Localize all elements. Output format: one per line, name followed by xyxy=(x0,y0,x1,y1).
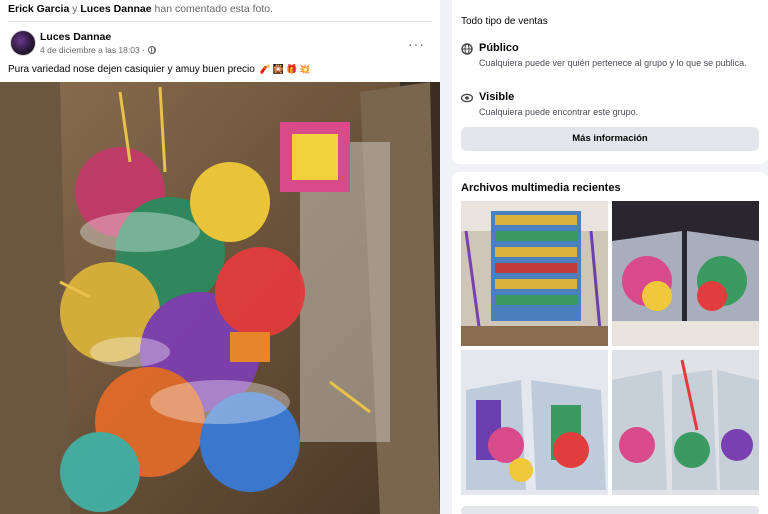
post-more-options-button[interactable]: ··· xyxy=(408,36,425,52)
gift-icon: 🎁 xyxy=(286,64,298,74)
post-author[interactable]: Luces Dannae xyxy=(40,31,111,43)
activity-conjunction: y xyxy=(72,3,78,15)
public-description: Cualquiera puede ver quién pertenece al … xyxy=(479,58,747,68)
post-caption: Pura variedad nose dejen casiquier y amu… xyxy=(8,64,310,75)
media-thumbnail[interactable] xyxy=(612,201,759,346)
globe-icon xyxy=(147,46,156,54)
visible-description: Cualquiera puede encontrar este grupo. xyxy=(479,107,639,117)
eye-icon xyxy=(461,93,473,103)
activity-user-2[interactable]: Luces Dannae xyxy=(80,3,151,15)
see-all-media-button[interactable] xyxy=(461,506,759,514)
activity-user-1[interactable]: Erick Garcia xyxy=(8,3,69,15)
more-info-button[interactable]: Más información xyxy=(461,127,759,151)
group-post: Erick Garcia y Luces Dannae han comentad… xyxy=(0,0,440,514)
post-photo[interactable] xyxy=(0,82,440,514)
post-date[interactable]: 4 de diciembre a las 18:03 · xyxy=(40,45,145,55)
sparkler-icon: 🎇 xyxy=(272,64,285,74)
visible-title: Visible xyxy=(479,91,515,103)
media-image xyxy=(461,350,608,495)
activity-divider xyxy=(8,21,432,22)
media-thumbnail[interactable] xyxy=(461,201,608,346)
recent-media-card: Archivos multimedia recientes xyxy=(452,172,768,514)
post-caption-text: Pura variedad nose dejen casiquier y amu… xyxy=(8,64,255,75)
fireworks-box-image xyxy=(0,82,440,514)
public-title: Público xyxy=(479,42,519,54)
firecracker-icon: 🧨 xyxy=(259,64,271,74)
group-about-card: Todo tipo de ventas Público Cualquiera p… xyxy=(452,0,768,164)
post-meta: 4 de diciembre a las 18:03 · xyxy=(40,45,156,55)
activity-suffix: han comentado esta foto. xyxy=(154,3,274,15)
media-thumbnail[interactable] xyxy=(461,350,608,495)
post-activity-line: Erick Garcia y Luces Dannae han comentad… xyxy=(8,3,273,15)
media-thumbnail[interactable] xyxy=(612,350,759,495)
group-sales-type: Todo tipo de ventas xyxy=(461,16,548,27)
recent-media-title: Archivos multimedia recientes xyxy=(461,182,621,194)
media-image xyxy=(612,350,759,495)
globe-icon xyxy=(461,43,473,55)
media-image xyxy=(612,201,759,346)
explosion-icon: 💥 xyxy=(299,64,311,74)
author-avatar[interactable] xyxy=(10,30,36,56)
media-image xyxy=(461,201,608,346)
